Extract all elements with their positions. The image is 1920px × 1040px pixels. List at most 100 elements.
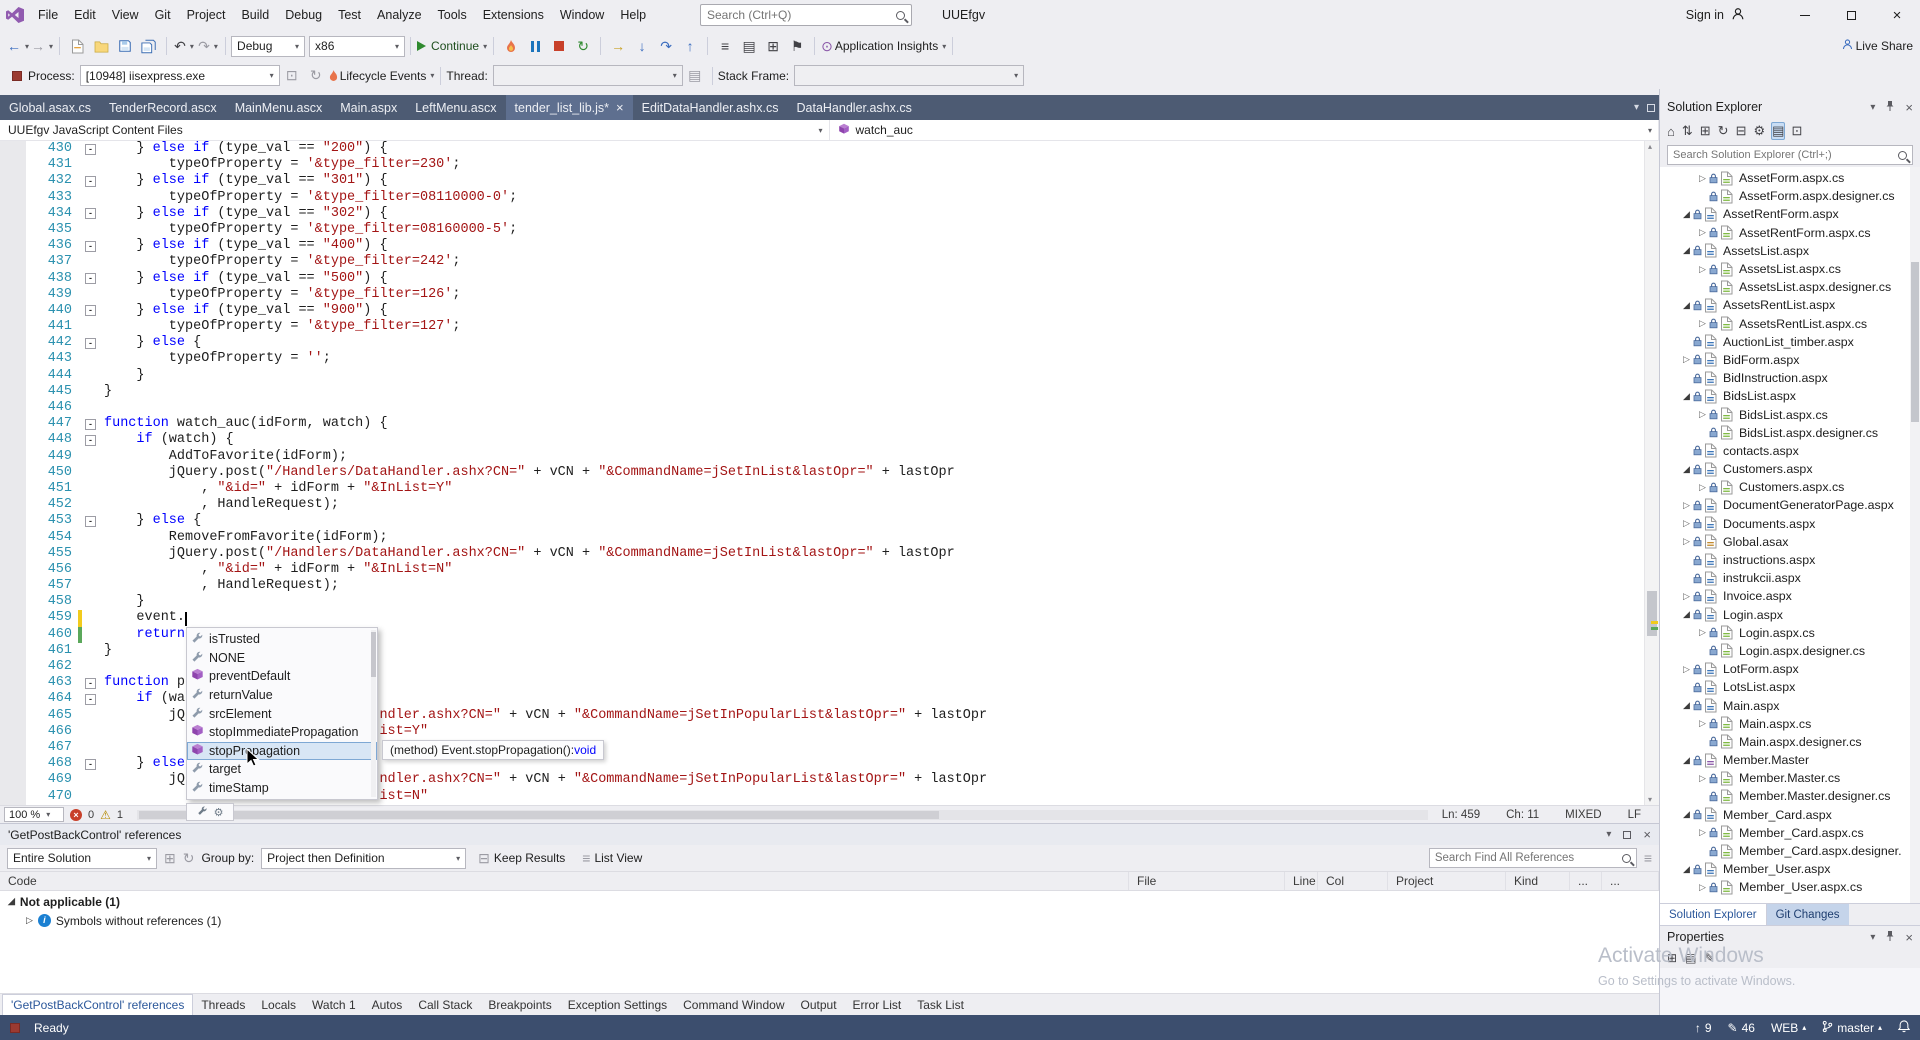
scroll-down-icon[interactable]: ▾: [1648, 795, 1652, 804]
column-header-File[interactable]: File: [1129, 872, 1285, 890]
search-options-icon[interactable]: ≡: [1644, 850, 1652, 866]
completion-item-stopPropagation[interactable]: stopPropagation: [187, 741, 377, 761]
tree-item[interactable]: ▷ Main.aspx.cs: [1660, 715, 1920, 733]
tree-item[interactable]: ◢ AssetsRentList.aspx: [1660, 296, 1920, 314]
close-button[interactable]: ×: [1874, 0, 1920, 30]
tree-expand-icon[interactable]: ▷: [1680, 354, 1693, 365]
completion-item-target[interactable]: target: [187, 760, 377, 779]
tree-collapse-icon[interactable]: ◢: [1680, 755, 1693, 766]
tree-item[interactable]: ▷ BidForm.aspx: [1660, 351, 1920, 369]
copy-results-icon[interactable]: ⊞: [164, 850, 176, 867]
refresh-icon[interactable]: ↻: [1718, 123, 1729, 139]
fold-marker[interactable]: -: [85, 693, 96, 705]
menu-debug[interactable]: Debug: [277, 0, 330, 30]
new-file-button[interactable]: [66, 34, 88, 58]
reference-row[interactable]: ◢ Not applicable (1): [0, 892, 1659, 911]
tab-LeftMenu.ascx[interactable]: LeftMenu.ascx: [406, 95, 505, 120]
open-file-button[interactable]: [90, 34, 112, 58]
comment-button[interactable]: ▤: [738, 34, 760, 58]
fold-marker[interactable]: -: [85, 208, 96, 220]
thread-flag-button[interactable]: ▤: [684, 64, 706, 88]
tree-expand-icon[interactable]: ▷: [1696, 264, 1709, 275]
tree-item[interactable]: ◢ Customers.aspx: [1660, 460, 1920, 478]
tab-TenderRecord.ascx[interactable]: TenderRecord.ascx: [100, 95, 226, 120]
column-header-Col[interactable]: Col: [1318, 872, 1388, 890]
tree-expand-icon[interactable]: ▷: [1696, 227, 1709, 238]
tree-item[interactable]: ◢ Member_Card.aspx: [1660, 806, 1920, 824]
pin-icon[interactable]: [1885, 930, 1895, 945]
fold-marker[interactable]: -: [85, 337, 96, 349]
tree-item[interactable]: ▷ Global.asax: [1660, 533, 1920, 551]
indent-button[interactable]: ⊞: [762, 34, 784, 58]
tree-item[interactable]: ◢ Login.aspx: [1660, 606, 1920, 624]
lifecycle-events-dropdown[interactable]: Lifecycle Events ▾: [329, 64, 434, 88]
menu-project[interactable]: Project: [179, 0, 234, 30]
panel-tab-Solution Explorer[interactable]: Solution Explorer: [1660, 904, 1767, 925]
panel-tab-'GetPostBackControl' references[interactable]: 'GetPostBackControl' references: [2, 994, 194, 1015]
panel-tab-Threads[interactable]: Threads: [193, 994, 253, 1015]
fold-marker[interactable]: -: [85, 143, 96, 155]
error-count-icon[interactable]: ×: [70, 808, 82, 821]
tree-collapse-icon[interactable]: ◢: [1680, 700, 1693, 711]
tree-item[interactable]: AssetsList.aspx.designer.cs: [1660, 278, 1920, 296]
tree-item[interactable]: contacts.aspx: [1660, 442, 1920, 460]
stop-debugging-button[interactable]: [548, 34, 570, 58]
intellisense-scrollbar[interactable]: [371, 630, 376, 798]
tree-item[interactable]: ◢ Member_User.aspx: [1660, 860, 1920, 878]
menu-view[interactable]: View: [104, 0, 147, 30]
repository-selector[interactable]: WEB ▴: [1771, 1021, 1806, 1035]
fold-marker[interactable]: -: [85, 175, 96, 187]
tree-item[interactable]: Login.aspx.designer.cs: [1660, 642, 1920, 660]
tree-item[interactable]: BidInstruction.aspx: [1660, 369, 1920, 387]
solution-explorer-header[interactable]: Solution Explorer ▾ ×: [1660, 95, 1920, 119]
intellisense-filter-bar[interactable]: ⚙: [186, 803, 234, 821]
tree-expand-icon[interactable]: ▷: [1696, 718, 1709, 729]
navigate-forward-button[interactable]: → ▾: [31, 34, 53, 58]
solution-explorer-search[interactable]: [1660, 143, 1920, 167]
references-search[interactable]: [1428, 848, 1637, 868]
platform-dropdown[interactable]: x86 ▾: [309, 35, 406, 57]
menu-build[interactable]: Build: [233, 0, 277, 30]
tree-expand-icon[interactable]: ▷: [1680, 518, 1693, 529]
scope-dropdown[interactable]: Entire Solution ▾: [7, 847, 157, 869]
close-panel-icon[interactable]: ×: [1643, 827, 1651, 842]
tree-item[interactable]: ▷ Invoice.aspx: [1660, 587, 1920, 605]
stack-frame-dropdown[interactable]: ▾: [794, 65, 1025, 86]
tree-expand-icon[interactable]: ▷: [1696, 318, 1709, 329]
chevron-down-icon[interactable]: ▾: [1606, 829, 1611, 840]
panel-tab-Locals[interactable]: Locals: [253, 994, 304, 1015]
group-by-dropdown[interactable]: Project then Definition ▾: [261, 847, 467, 869]
properties-icon[interactable]: ⚙: [1753, 123, 1765, 139]
fold-marker[interactable]: -: [85, 240, 96, 252]
tree-item[interactable]: ◢ Main.aspx: [1660, 696, 1920, 714]
navigate-back-button[interactable]: ← ▾: [7, 34, 29, 58]
tree-expand-icon[interactable]: ▷: [1696, 409, 1709, 420]
editor-vertical-scrollbar[interactable]: ▴ ▾: [1644, 141, 1659, 805]
tree-item[interactable]: ▷ DocumentGeneratorPage.aspx: [1660, 496, 1920, 514]
tree-collapse-icon[interactable]: ◢: [1680, 245, 1693, 256]
panel-tab-Autos[interactable]: Autos: [364, 994, 411, 1015]
pin-icon[interactable]: [1885, 100, 1895, 115]
process-dropdown[interactable]: [10948] iisexpress.exe ▾: [79, 65, 280, 86]
tree-expand-icon[interactable]: ▷: [1696, 773, 1709, 784]
tab-tender_list_lib.js*[interactable]: tender_list_lib.js* ×: [505, 95, 633, 120]
tree-item[interactable]: ◢ AssetsList.aspx: [1660, 242, 1920, 260]
reference-row[interactable]: ▷ i Symbols without references (1): [0, 911, 1659, 930]
menu-extensions[interactable]: Extensions: [475, 0, 552, 30]
close-panel-icon[interactable]: ×: [1905, 100, 1913, 115]
tree-item[interactable]: ◢ AssetRentForm.aspx: [1660, 205, 1920, 223]
tree-expand-icon[interactable]: ▷: [1680, 536, 1693, 547]
tree-item[interactable]: LotsList.aspx: [1660, 678, 1920, 696]
fold-marker[interactable]: -: [85, 434, 96, 446]
column-header-Project[interactable]: Project: [1388, 872, 1506, 890]
tree-item[interactable]: AssetForm.aspx.designer.cs: [1660, 187, 1920, 205]
references-panel-header[interactable]: 'GetPostBackControl' references ▾ ×: [0, 823, 1659, 845]
gear-icon[interactable]: ⚙: [214, 806, 224, 819]
tree-expand-icon[interactable]: ▷: [1696, 827, 1709, 838]
tab-Main.aspx[interactable]: Main.aspx: [331, 95, 406, 120]
tree-item[interactable]: ▷ Member.Master.cs: [1660, 769, 1920, 787]
completion-item-preventDefault[interactable]: preventDefault: [187, 667, 377, 686]
tree-item[interactable]: ▷ AssetForm.aspx.cs: [1660, 169, 1920, 187]
tree-expand-icon[interactable]: ▷: [1696, 173, 1709, 184]
properties-header[interactable]: Properties ▾ ×: [1660, 925, 1920, 948]
